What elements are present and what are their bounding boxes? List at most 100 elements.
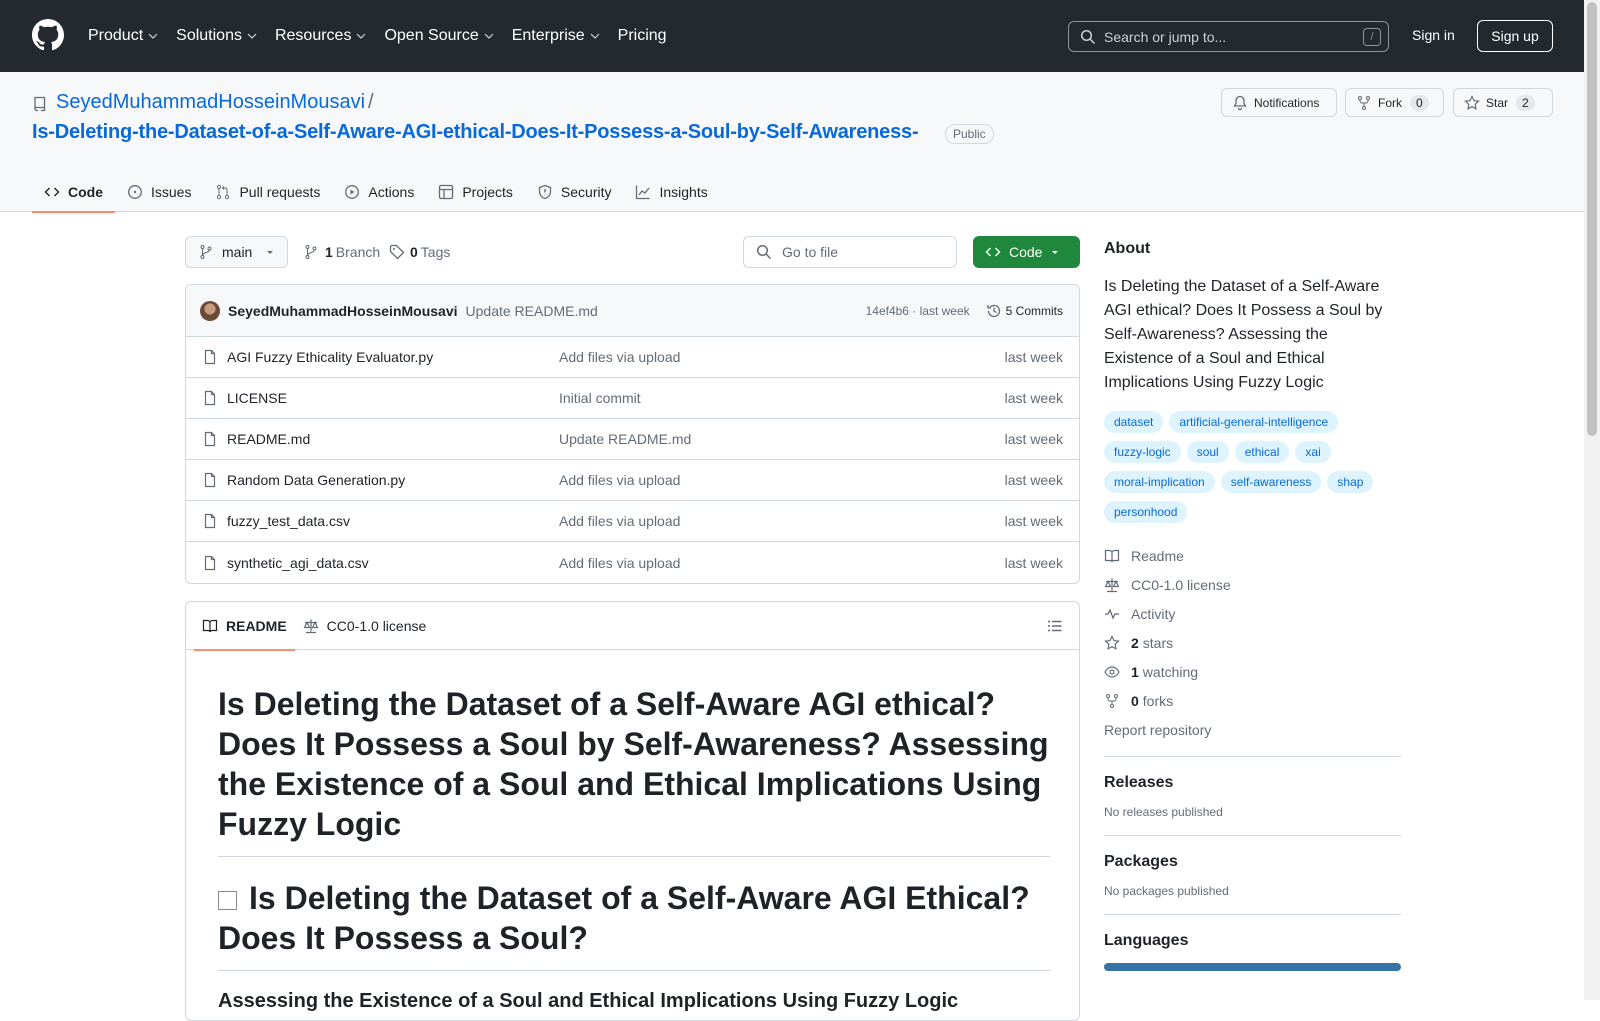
chevron-down-icon (484, 33, 494, 39)
file-name-link[interactable]: LICENSE (227, 390, 559, 406)
tab-label: Security (560, 184, 612, 200)
commits-link[interactable]: 5 Commits (986, 303, 1063, 319)
about-title: About (1104, 240, 1151, 257)
nav-solutions[interactable]: Solutions (176, 27, 257, 45)
forks-count: 0 (1131, 692, 1139, 709)
file-commit-time: last week (1004, 472, 1063, 488)
forks-link[interactable]: 0 forks (1104, 686, 1401, 715)
branch-selector[interactable]: main (185, 236, 288, 268)
nav-open-source[interactable]: Open Source (384, 27, 494, 45)
tab-code[interactable]: Code (32, 172, 115, 213)
code-button-label: Code (1009, 244, 1043, 260)
file-icon (204, 472, 216, 488)
notifications-label: Notifications (1254, 95, 1320, 110)
stars-link[interactable]: 2 stars (1104, 628, 1401, 657)
report-repository-link[interactable]: Report repository (1104, 715, 1401, 744)
file-name-link[interactable]: README.md (227, 431, 559, 447)
star-label: Star (1486, 95, 1509, 110)
topic-tag[interactable]: ethical (1234, 441, 1290, 463)
nav-enterprise[interactable]: Enterprise (512, 27, 600, 45)
tab-actions[interactable]: Actions (332, 172, 426, 212)
chevron-down-icon (590, 33, 600, 39)
about-sidebar: About Is Deleting the Dataset of a Self-… (1104, 240, 1401, 971)
tab-readme[interactable]: README (194, 602, 295, 651)
branches-link[interactable]: 1 Branch (303, 244, 380, 260)
readme-panel: README CC0-1.0 license Is Deleting the D… (185, 601, 1080, 1021)
tab-license[interactable]: CC0-1.0 license (295, 602, 435, 650)
file-commit-message[interactable]: Add files via upload (559, 513, 680, 529)
tab-pull-requests[interactable]: Pull requests (203, 172, 332, 212)
activity-link[interactable]: Activity (1104, 599, 1401, 628)
file-name-link[interactable]: fuzzy_test_data.csv (227, 513, 559, 529)
list-icon[interactable] (1047, 618, 1063, 634)
watching-label: watching (1142, 663, 1199, 680)
global-header: Product Solutions Resources Open Source … (0, 0, 1600, 72)
code-dropdown-button[interactable]: Code (973, 236, 1080, 268)
topic-tag[interactable]: dataset (1104, 411, 1164, 433)
fork-label: Fork (1378, 95, 1402, 110)
github-logo-icon[interactable] (32, 19, 64, 51)
file-row[interactable]: fuzzy_test_data.csv Add files via upload l… (186, 501, 1079, 542)
repo-icon (34, 96, 46, 112)
file-row[interactable]: LICENSE Initial commit last week (186, 378, 1079, 419)
file-row[interactable]: README.md Update README.md last week (186, 419, 1079, 460)
sign-in-link[interactable]: Sign in (1412, 27, 1455, 43)
star-button[interactable]: Star 2 (1453, 88, 1553, 117)
tab-projects[interactable]: Projects (426, 172, 525, 212)
avatar[interactable] (200, 300, 220, 321)
repo-name-link[interactable]: Is-Deleting-the-Dataset-of-a-Self-Aware-… (32, 121, 919, 144)
packages-title[interactable]: Packages (1104, 853, 1401, 871)
go-to-file-input[interactable]: Go to file (743, 236, 957, 268)
topic-tag[interactable]: moral-implication (1104, 471, 1215, 493)
topic-tag[interactable]: soul (1186, 441, 1229, 463)
file-commit-message[interactable]: Update README.md (559, 431, 691, 447)
file-row[interactable]: AGI Fuzzy Ethicality Evaluator.py Add fil… (186, 337, 1079, 378)
visibility-badge: Public (945, 124, 994, 144)
license-link[interactable]: CC0-1.0 license (1104, 570, 1401, 599)
nav-resources[interactable]: Resources (275, 27, 366, 45)
code-icon (44, 187, 60, 197)
tags-link[interactable]: 0 Tags (389, 244, 450, 260)
file-icon (204, 349, 216, 365)
scrollbar-thumb[interactable] (1587, 2, 1597, 436)
file-icon (204, 390, 216, 406)
commit-message-link[interactable]: Update README.md (466, 303, 598, 319)
nav-product[interactable]: Product (88, 27, 158, 45)
repo-owner-link[interactable]: SeyedMuhammadHosseinMousavi (56, 91, 365, 114)
topic-tag[interactable]: artificial-general-intelligence (1169, 411, 1339, 433)
topic-tag[interactable]: xai (1295, 441, 1331, 463)
topic-tag[interactable]: personhood (1104, 501, 1188, 523)
file-commit-message[interactable]: Add files via upload (559, 349, 680, 365)
file-name-link[interactable]: AGI Fuzzy Ethicality Evaluator.py (227, 349, 559, 365)
file-icon (204, 513, 216, 529)
watching-link[interactable]: 1 watching (1104, 657, 1401, 686)
search-input[interactable]: Search or jump to... / (1068, 21, 1389, 52)
commit-hash-time[interactable]: 14ef4b6 · last week (866, 304, 970, 318)
caret-down-icon (1052, 251, 1058, 254)
tab-security[interactable]: Security (525, 172, 624, 212)
fork-button[interactable]: Fork 0 (1345, 88, 1444, 117)
topic-tag[interactable]: shap (1327, 471, 1374, 493)
nav-pricing[interactable]: Pricing (618, 27, 667, 45)
sign-up-button[interactable]: Sign up (1477, 20, 1553, 52)
tab-insights[interactable]: Insights (623, 172, 719, 212)
readme-link[interactable]: Readme (1104, 541, 1401, 570)
file-commit-time: last week (1004, 513, 1063, 529)
file-row[interactable]: synthetic_agi_data.csv Add files via uplo… (186, 542, 1079, 583)
topic-tag[interactable]: fuzzy-logic (1104, 441, 1181, 463)
tab-issues[interactable]: Issues (115, 172, 203, 212)
file-commit-message[interactable]: Add files via upload (559, 472, 680, 488)
file-name-link[interactable]: Random Data Generation.py (227, 472, 559, 488)
topic-tag[interactable]: self-awareness (1220, 471, 1322, 493)
nav-label: Pricing (617, 27, 667, 44)
pulse-icon (1105, 607, 1119, 620)
releases-title[interactable]: Releases (1104, 774, 1401, 792)
tab-label: Actions (368, 184, 415, 200)
file-commit-message[interactable]: Initial commit (559, 390, 641, 406)
file-row[interactable]: Random Data Generation.py Add files via u… (186, 460, 1079, 501)
file-name-link[interactable]: synthetic_agi_data.csv (227, 555, 559, 571)
notifications-button[interactable]: Notifications (1221, 88, 1337, 117)
commit-author-link[interactable]: SeyedMuhammadHosseinMousavi (228, 303, 458, 319)
file-commit-message[interactable]: Add files via upload (559, 555, 680, 571)
latest-commit-bar: SeyedMuhammadHosseinMousavi Update READM… (186, 285, 1079, 337)
